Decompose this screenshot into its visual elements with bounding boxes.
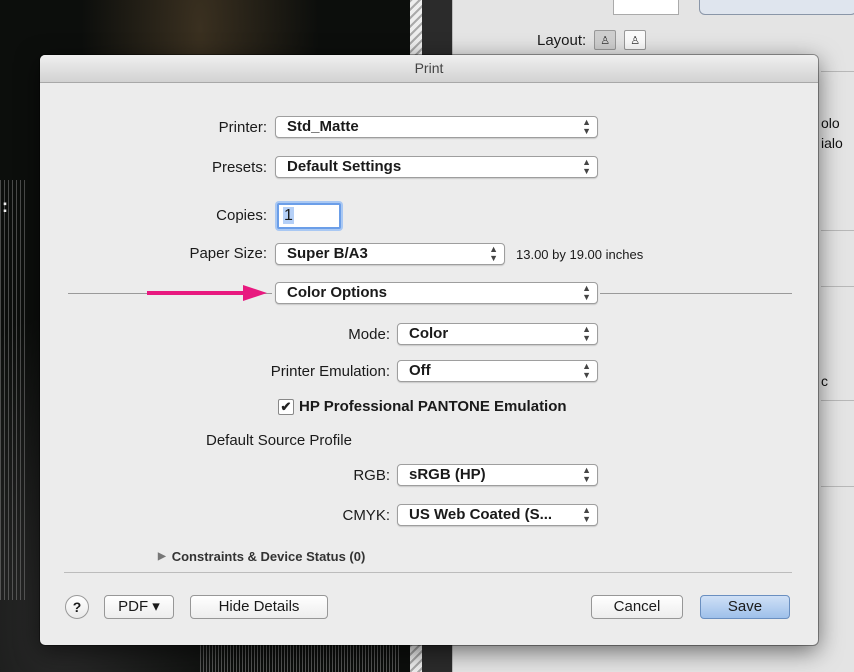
help-button[interactable]: ?	[65, 595, 89, 619]
print-dialog: Print Printer: Std_Matte ▲ ▼ Presets: Def…	[40, 55, 818, 645]
printer-emulation-label: Printer Emulation:	[270, 363, 390, 380]
panel-divider	[821, 286, 854, 287]
pantone-checkbox[interactable]: ✔	[278, 398, 294, 415]
constraints-disclosure[interactable]: ▶ Constraints & Device Status (0)	[158, 549, 365, 564]
panel-divider	[821, 230, 854, 231]
popup-arrows-icon: ▲ ▼	[582, 117, 591, 136]
footer-separator	[64, 572, 792, 573]
panel-divider	[821, 486, 854, 487]
section-popup[interactable]: Color Options ▲ ▼	[275, 282, 598, 304]
artwork-streaks	[0, 180, 28, 600]
portrait-layout-icon[interactable]: ♙	[594, 30, 617, 50]
rgb-label: RGB:	[353, 467, 390, 484]
background-mark: :	[2, 196, 8, 216]
mode-label: Mode:	[348, 326, 390, 343]
section-popup-value: Color Options	[287, 284, 387, 301]
rgb-value: sRGB (HP)	[409, 466, 486, 483]
popup-arrows-icon: ▲ ▼	[582, 361, 591, 380]
popup-arrows-icon: ▲ ▼	[582, 157, 591, 176]
popup-arrows-icon: ▲ ▼	[489, 244, 498, 263]
dialog-title: Print	[40, 55, 818, 83]
panel-divider	[821, 71, 854, 72]
popup-arrows-icon: ▲ ▼	[582, 283, 591, 302]
popup-arrows-icon: ▲ ▼	[582, 465, 591, 484]
popup-arrows-icon: ▲ ▼	[582, 324, 591, 343]
printer-value: Std_Matte	[287, 118, 359, 135]
copies-label: Copies:	[216, 207, 267, 224]
pantone-option[interactable]: ✔ HP Professional PANTONE Emulation	[278, 398, 567, 415]
cmyk-value: US Web Coated (S...	[409, 506, 553, 523]
cmyk-popup[interactable]: US Web Coated (S... ▲ ▼	[397, 504, 598, 526]
hide-details-button[interactable]: Hide Details	[190, 595, 328, 619]
presets-value: Default Settings	[287, 158, 402, 175]
pointer-arrow-icon	[147, 285, 267, 301]
presets-label: Presets:	[211, 159, 267, 176]
mode-value: Color	[409, 325, 449, 342]
panel-top-button[interactable]	[699, 0, 854, 15]
popup-arrows-icon: ▲ ▼	[582, 505, 591, 524]
copies-field[interactable]: 1	[277, 203, 341, 229]
save-button[interactable]: Save	[700, 595, 790, 619]
constraints-label: Constraints & Device Status (0)	[171, 549, 366, 564]
pdf-menu-button[interactable]: PDF ▾	[104, 595, 174, 619]
panel-top-field[interactable]	[613, 0, 679, 15]
landscape-layout-icon[interactable]: ♙	[624, 30, 647, 50]
panel-text-3: c	[821, 373, 828, 389]
pantone-label: HP Professional PANTONE Emulation	[299, 398, 567, 415]
disclosure-triangle-icon[interactable]: ▶	[158, 551, 166, 562]
paper-size-label: Paper Size:	[189, 245, 267, 262]
copies-value: 1	[283, 207, 294, 224]
presets-popup[interactable]: Default Settings ▲ ▼	[275, 156, 598, 178]
printer-emulation-popup[interactable]: Off ▲ ▼	[397, 360, 598, 382]
cancel-button[interactable]: Cancel	[591, 595, 683, 619]
paper-size-value: Super B/A3	[287, 245, 368, 262]
layout-label: Layout:	[537, 31, 587, 49]
rgb-popup[interactable]: sRGB (HP) ▲ ▼	[397, 464, 598, 486]
section-divider-right	[600, 293, 792, 294]
layout-row: Layout: ♙ ♙	[537, 30, 647, 50]
printer-emulation-value: Off	[409, 362, 431, 379]
panel-text-2: ialo	[821, 135, 843, 151]
printer-label: Printer:	[218, 119, 267, 136]
paper-size-popup[interactable]: Super B/A3 ▲ ▼	[275, 243, 505, 265]
panel-divider	[821, 400, 854, 401]
default-source-profile-label: Default Source Profile	[206, 432, 352, 449]
printer-popup[interactable]: Std_Matte ▲ ▼	[275, 116, 598, 138]
paper-size-info: 13.00 by 19.00 inches	[516, 247, 644, 262]
panel-text-1: olo	[821, 115, 840, 131]
cmyk-label: CMYK:	[342, 507, 390, 524]
mode-popup[interactable]: Color ▲ ▼	[397, 323, 598, 345]
